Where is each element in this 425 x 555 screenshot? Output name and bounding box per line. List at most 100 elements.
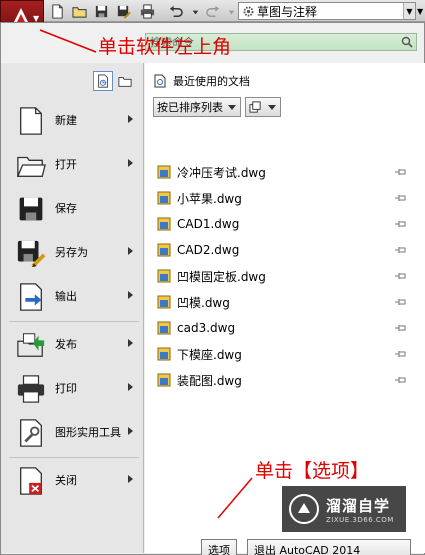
recent-documents-view-icon[interactable] xyxy=(93,71,113,91)
dwg-file-icon xyxy=(157,243,171,257)
menu-divider xyxy=(9,457,139,458)
dwg-file-icon xyxy=(157,347,171,361)
pin-icon[interactable] xyxy=(395,167,407,177)
menu-item-label: 关闭 xyxy=(55,474,77,487)
pin-icon[interactable] xyxy=(395,297,407,307)
watermark: 溜溜自学 ZIXUE.3D66.COM xyxy=(282,486,406,532)
recent-documents-title: 最近使用的文档 xyxy=(173,75,250,88)
dwg-file-icon xyxy=(157,321,171,335)
dwg-file-icon xyxy=(157,269,171,283)
options-button[interactable]: 选项 xyxy=(201,539,237,555)
menu-item-export[interactable]: 输出 xyxy=(1,277,143,317)
recent-documents-icon xyxy=(154,74,166,88)
menu-item-save[interactable]: 保存 xyxy=(1,189,143,229)
list-item[interactable]: 下模座.dwg xyxy=(157,341,407,367)
list-item[interactable]: CAD2.dwg xyxy=(157,237,407,263)
menu-divider xyxy=(9,321,139,322)
print-icon xyxy=(13,373,49,405)
undo-icon[interactable] xyxy=(166,2,184,20)
pin-icon[interactable] xyxy=(395,193,407,203)
menu-item-label: 打印 xyxy=(55,382,77,395)
chevron-right-icon xyxy=(128,339,133,347)
pin-icon[interactable] xyxy=(395,349,407,359)
chevron-right-icon xyxy=(128,291,133,299)
wrench-icon xyxy=(13,417,49,449)
save-icon xyxy=(13,193,49,225)
open-documents-view-icon[interactable] xyxy=(115,71,135,91)
workspace-selector[interactable]: 草图与注释 ▼ xyxy=(238,2,416,20)
save-icon[interactable] xyxy=(92,2,110,20)
file-name: 小苹果.dwg xyxy=(177,191,242,206)
file-name: CAD2.dwg xyxy=(177,243,240,257)
sort-dropdown-value: 按已排序列表 xyxy=(157,101,223,114)
search-icon[interactable] xyxy=(401,36,413,48)
menu-item-label: 保存 xyxy=(55,202,77,215)
quick-access-toolbar: 草图与注释 ▼ ▼ xyxy=(0,0,425,22)
watermark-logo-icon xyxy=(289,494,319,524)
menu-item-label: 图形实用工具 xyxy=(55,426,121,439)
recent-documents-header: 最近使用的文档 xyxy=(153,73,250,89)
undo-dropdown-icon[interactable] xyxy=(186,2,204,20)
menu-item-publish[interactable]: 发布 xyxy=(1,325,143,365)
open-folder-icon xyxy=(13,149,49,181)
view-dropdown[interactable] xyxy=(245,97,281,117)
pin-icon[interactable] xyxy=(395,219,407,229)
sort-dropdown[interactable]: 按已排序列表 xyxy=(153,97,241,117)
watermark-title: 溜溜自学 xyxy=(326,496,391,515)
chevron-down-icon[interactable]: ▼ xyxy=(403,3,415,19)
list-item[interactable]: 小苹果.dwg xyxy=(157,185,407,211)
list-item[interactable]: 装配图.dwg xyxy=(157,367,407,393)
list-item[interactable]: CAD1.dwg xyxy=(157,211,407,237)
chevron-right-icon xyxy=(128,427,133,435)
file-name: 凹模.dwg xyxy=(177,295,230,310)
pin-icon[interactable] xyxy=(395,271,407,281)
list-item[interactable]: 凹模固定板.dwg xyxy=(157,263,407,289)
file-name: 装配图.dwg xyxy=(177,373,242,388)
file-name: 凹模固定板.dwg xyxy=(177,269,266,284)
menu-item-open[interactable]: 打开 xyxy=(1,145,143,185)
dwg-file-icon xyxy=(157,373,171,387)
workspace-value: 草图与注释 xyxy=(257,4,318,19)
menu-item-label: 发布 xyxy=(55,338,77,351)
annotation-text-top: 单击软件左上角 xyxy=(98,36,232,58)
menu-item-new[interactable]: 新建 xyxy=(1,101,143,141)
close-document-icon xyxy=(13,465,49,497)
file-name: cad3.dwg xyxy=(177,321,236,335)
pin-icon[interactable] xyxy=(395,375,407,385)
new-file-icon[interactable] xyxy=(48,2,66,20)
watermark-url: ZIXUE.3D66.COM xyxy=(326,515,394,524)
list-item[interactable]: 凹模.dwg xyxy=(157,289,407,315)
list-item[interactable]: cad3.dwg xyxy=(157,315,407,341)
redo-icon[interactable] xyxy=(204,2,222,20)
dwg-file-icon xyxy=(157,165,171,179)
dwg-file-icon xyxy=(157,191,171,205)
view-toggle xyxy=(93,71,135,91)
open-folder-icon[interactable] xyxy=(70,2,88,20)
publish-icon xyxy=(13,329,49,361)
menu-item-drawing-utilities[interactable]: 图形实用工具 xyxy=(1,413,143,453)
icon-view-icon xyxy=(249,100,261,113)
save-as-icon[interactable] xyxy=(114,2,132,20)
file-name: CAD1.dwg xyxy=(177,217,240,231)
exit-autocad-button[interactable]: 退出 AutoCAD 2014 xyxy=(247,539,411,555)
dwg-file-icon xyxy=(157,295,171,309)
menu-item-close[interactable]: 关闭 xyxy=(1,461,143,501)
chevron-down-icon xyxy=(268,105,276,110)
print-icon[interactable] xyxy=(138,2,156,20)
chevron-right-icon xyxy=(128,247,133,255)
file-name: 冷冲压考试.dwg xyxy=(177,165,266,180)
new-file-icon xyxy=(13,105,49,137)
gear-icon xyxy=(239,3,257,19)
chevron-right-icon xyxy=(128,383,133,391)
chevron-down-icon xyxy=(228,105,236,110)
export-icon xyxy=(13,281,49,313)
pin-icon[interactable] xyxy=(395,245,407,255)
chevron-right-icon xyxy=(128,115,133,123)
pin-icon[interactable] xyxy=(395,323,407,333)
menu-item-label: 新建 xyxy=(55,114,77,127)
list-item[interactable]: 冷冲压考试.dwg xyxy=(157,159,407,185)
menu-item-print[interactable]: 打印 xyxy=(1,369,143,409)
menu-item-save-as[interactable]: 另存为 xyxy=(1,233,143,273)
toolbar-overflow-icon[interactable]: ▼ xyxy=(417,2,425,20)
save-as-icon xyxy=(13,237,49,269)
